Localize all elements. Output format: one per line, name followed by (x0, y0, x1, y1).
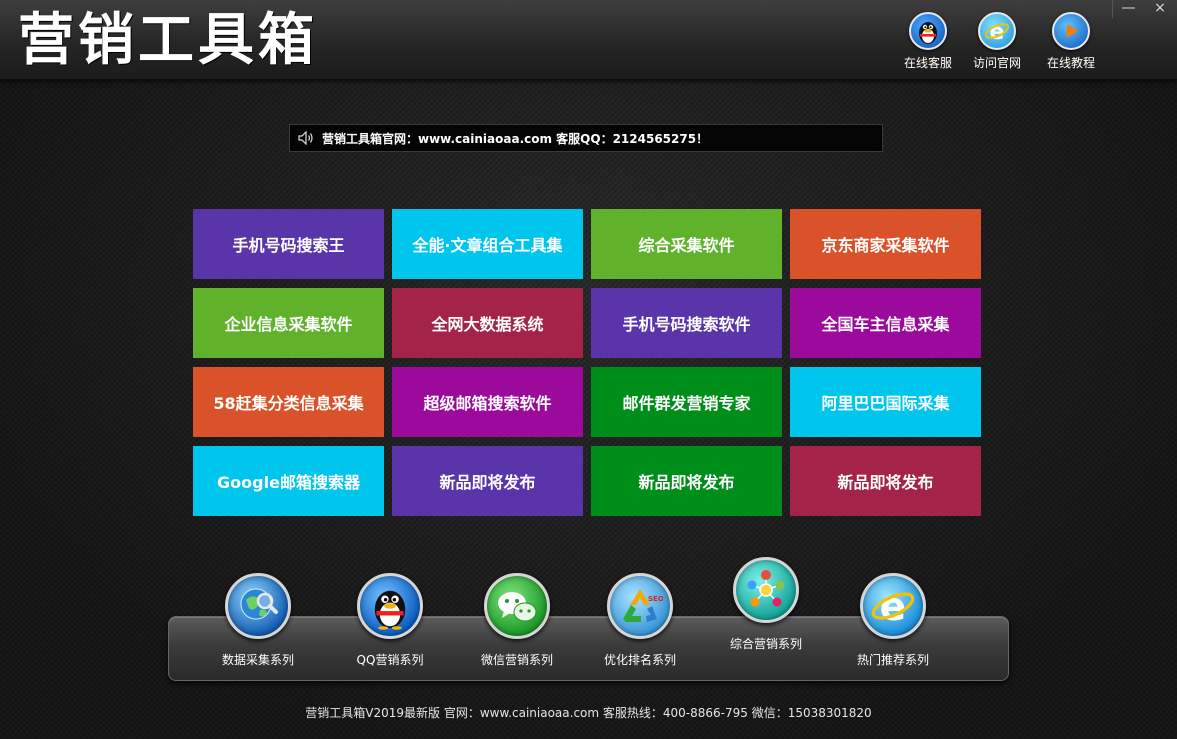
dock-wechat-marketing[interactable]: 微信营销系列 (462, 573, 572, 668)
tile-google-email-searcher[interactable]: Google邮箱搜索器 (193, 446, 384, 516)
social-network-icon (733, 557, 799, 623)
tile-coming-soon-2[interactable]: 新品即将发布 (591, 446, 782, 516)
ie-browser-icon: e (978, 12, 1016, 50)
minimize-button[interactable]: — (1112, 0, 1144, 18)
notice-bar: 营销工具箱官网：www.cainiaoaa.com 客服QQ：212456527… (289, 124, 883, 152)
wechat-icon (484, 573, 550, 639)
tile-58-ganji-collector[interactable]: 58赶集分类信息采集 (193, 367, 384, 437)
dock-integrated-marketing[interactable]: 综合营销系列 (711, 557, 821, 652)
tile-phone-search-king[interactable]: 手机号码搜索王 (193, 209, 384, 279)
tile-phone-search-software[interactable]: 手机号码搜索软件 (591, 288, 782, 358)
online-tutorial-button[interactable]: 在线教程 (1036, 12, 1106, 74)
online-support-button[interactable]: 在线客服 (893, 12, 963, 74)
qq-penguin-icon (357, 573, 423, 639)
qq-penguin-icon (909, 12, 947, 50)
ie-browser-icon: e (860, 573, 926, 639)
tile-coming-soon-3[interactable]: 新品即将发布 (790, 446, 981, 516)
svg-text:e: e (880, 585, 906, 629)
dock-qq-marketing[interactable]: QQ营销系列 (335, 573, 445, 668)
dock-wechat-marketing-label: 微信营销系列 (480, 653, 553, 667)
play-icon (1052, 12, 1090, 50)
dock-seo-ranking-label: 优化排名系列 (603, 653, 676, 667)
visit-website-button[interactable]: e 访问官网 (962, 12, 1032, 74)
tile-big-data-system[interactable]: 全网大数据系统 (392, 288, 583, 358)
tile-alibaba-intl-collector[interactable]: 阿里巴巴国际采集 (790, 367, 981, 437)
seo-recycle-icon: SEO (607, 573, 673, 639)
tile-coming-soon-1[interactable]: 新品即将发布 (392, 446, 583, 516)
tile-car-owner-collector[interactable]: 全国车主信息采集 (790, 288, 981, 358)
online-tutorial-label: 在线教程 (1046, 56, 1095, 70)
tile-email-search-software[interactable]: 超级邮箱搜索软件 (392, 367, 583, 437)
footer-info: 营销工具箱V2019最新版 官网：www.cainiaoaa.com 客服热线：… (305, 706, 872, 720)
dock-data-collection[interactable]: 数据采集系列 (203, 573, 313, 668)
dock-hot-recommend[interactable]: e 热门推荐系列 (838, 573, 948, 668)
svg-text:SEO: SEO (648, 595, 663, 603)
tile-article-combine-toolkit[interactable]: 全能·文章组合工具集 (392, 209, 583, 279)
close-button[interactable]: × (1144, 0, 1176, 18)
globe-search-icon (225, 573, 291, 639)
tile-general-collector[interactable]: 综合采集软件 (591, 209, 782, 279)
visit-website-label: 访问官网 (972, 56, 1021, 70)
dock-seo-ranking[interactable]: SEO 优化排名系列 (585, 573, 695, 668)
online-support-label: 在线客服 (903, 56, 952, 70)
dock-integrated-marketing-label: 综合营销系列 (729, 637, 802, 651)
app-title: 营销工具箱 (18, 7, 318, 73)
speaker-icon (298, 131, 313, 145)
tool-tiles-grid: 手机号码搜索王 全能·文章组合工具集 综合采集软件 京东商家采集软件 企业信息采… (193, 209, 981, 517)
tile-enterprise-info-collector[interactable]: 企业信息采集软件 (193, 288, 384, 358)
tile-mass-email-expert[interactable]: 邮件群发营销专家 (591, 367, 782, 437)
title-bar: 营销工具箱 在线客服 e 访问官网 在线教程 — × (0, 0, 1177, 80)
dock-hot-recommend-label: 热门推荐系列 (856, 653, 929, 667)
notice-text: 营销工具箱官网：www.cainiaoaa.com 客服QQ：212456527… (322, 131, 709, 146)
tile-jd-merchant-collector[interactable]: 京东商家采集软件 (790, 209, 981, 279)
dock-data-collection-label: 数据采集系列 (221, 653, 294, 667)
dock-qq-marketing-label: QQ营销系列 (356, 653, 424, 667)
